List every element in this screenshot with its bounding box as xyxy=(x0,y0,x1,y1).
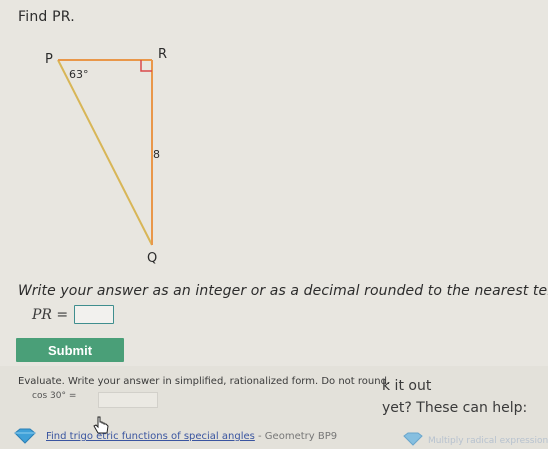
answer-row: PR = xyxy=(32,305,115,324)
hypotenuse-pq xyxy=(57,59,153,246)
help-prompt-fragment: yet? These can help: xyxy=(382,400,528,416)
next-problem-text: Evaluate. Write your answer in simplifie… xyxy=(18,376,391,387)
help-heading-fragment: k it out xyxy=(382,378,432,394)
help-link[interactable]: Find trigo etric functions of special an… xyxy=(46,431,255,442)
answer-instructions: Write your answer as an integer or as a … xyxy=(18,283,548,299)
vertex-r-label: R xyxy=(158,47,167,62)
hand-cursor-icon xyxy=(93,416,109,434)
angle-label: 63° xyxy=(69,68,89,81)
side-length-label: 8 xyxy=(153,148,160,161)
gem-icon xyxy=(403,432,423,446)
right-angle-marker xyxy=(140,60,152,72)
gem-icon xyxy=(14,428,36,444)
vertex-q-label: Q xyxy=(147,251,157,266)
help-link-row[interactable]: Find trigo etric functions of special an… xyxy=(46,431,337,442)
next-problem-answer-field[interactable] xyxy=(98,392,158,408)
faded-help-link[interactable]: Multiply radical expressions xyxy=(428,436,548,446)
right-triangle-diagram: P R Q 63° 8 xyxy=(45,47,167,266)
next-problem-expression: cos 30° = xyxy=(32,391,77,401)
answer-label: PR = xyxy=(32,306,69,323)
vertex-p-label: P xyxy=(45,52,53,67)
submit-button[interactable]: Submit xyxy=(16,338,124,362)
answer-input[interactable] xyxy=(74,305,115,324)
help-link-meta: - Geometry BP9 xyxy=(254,431,338,442)
